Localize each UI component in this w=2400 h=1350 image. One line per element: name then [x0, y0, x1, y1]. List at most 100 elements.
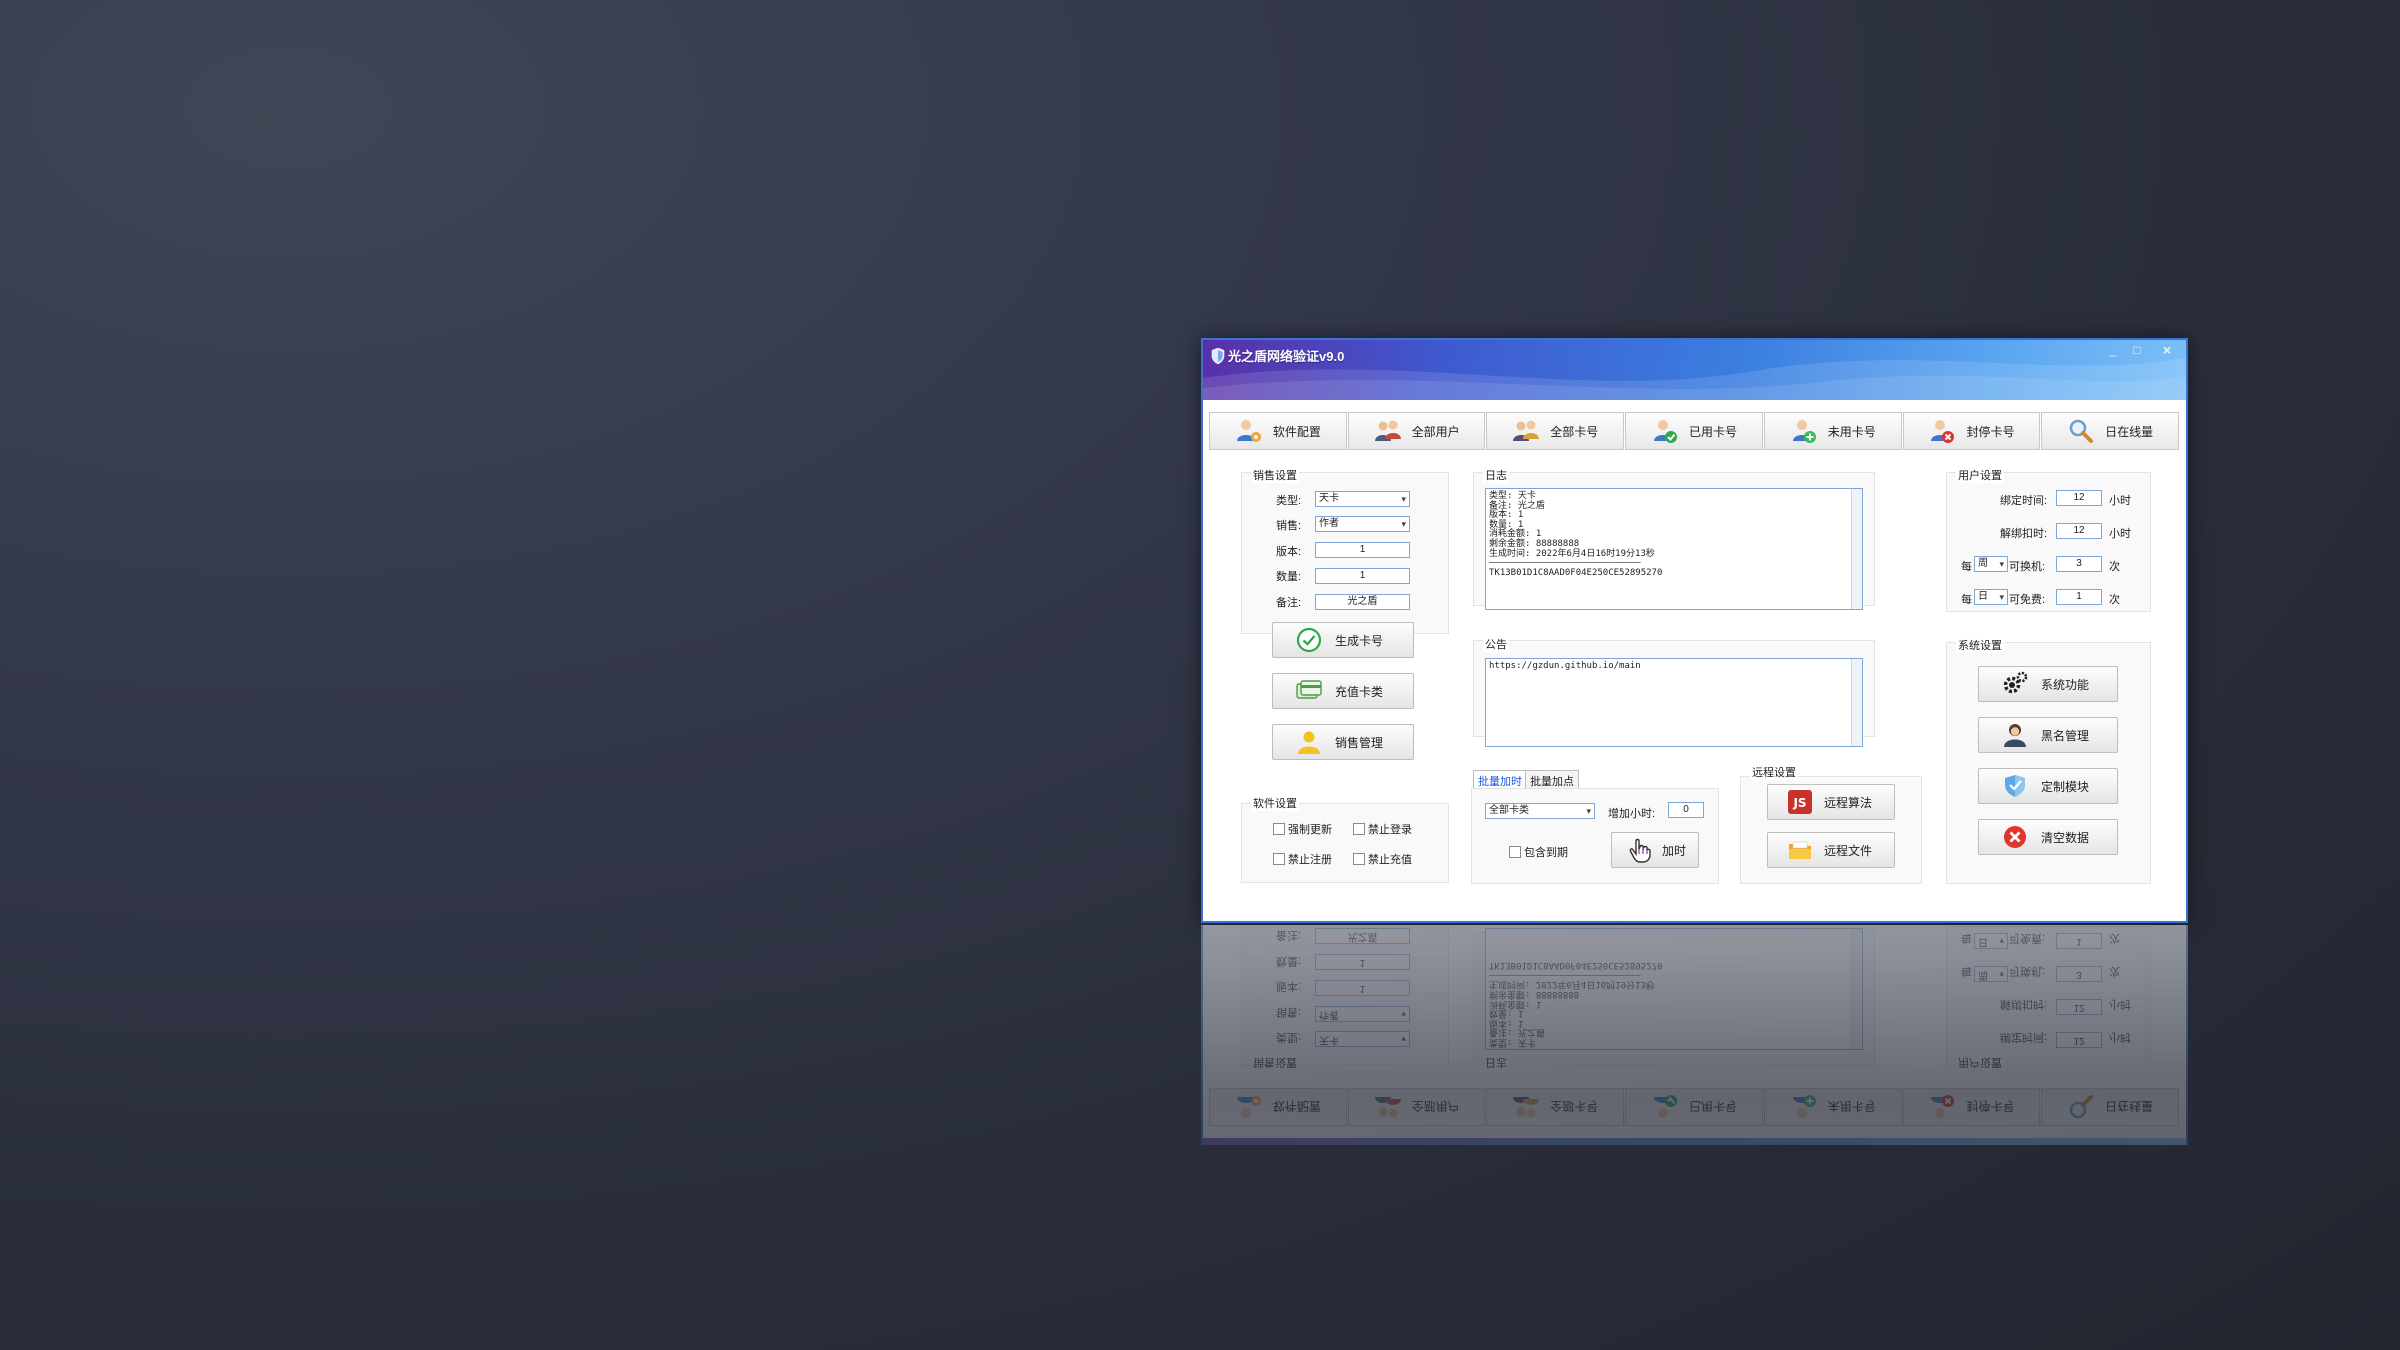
- bind-time-unit: 小时: [2109, 495, 2131, 507]
- log-scrollbar[interactable]: [1851, 489, 1862, 609]
- log-textarea[interactable]: 类型: 天卡 备注: 光之盾 版本: 1 数量: 1 消耗金额: 1 剩余金额: 8888…: [1485, 488, 1863, 610]
- card-type-value: 全部卡类: [1489, 805, 1529, 816]
- user-settings-title: 用户设置: [1956, 467, 2004, 483]
- type-label: 类型:: [1276, 1031, 1302, 1043]
- change-machine-unit: 次: [2109, 561, 2120, 573]
- users-card-icon: [1513, 420, 1540, 441]
- change-period-select: 周: [1974, 966, 2008, 982]
- note-input[interactable]: 光之盾: [1315, 594, 1410, 610]
- recharge-card-type-button[interactable]: 充值卡类: [1272, 673, 1414, 709]
- tab-software-config[interactable]: 软件配置: [1209, 412, 1347, 450]
- window-title: 光之盾网络验证v9.0: [1228, 349, 1345, 364]
- user-block-icon: [1931, 1095, 1955, 1118]
- forbid-register-checkbox[interactable]: 禁止注册: [1273, 851, 1332, 867]
- close-button[interactable]: ×: [2156, 342, 2178, 358]
- every-label: 每: [1961, 594, 1972, 606]
- user-check-icon: [1654, 420, 1677, 443]
- note-label: 备注:: [1276, 597, 1302, 609]
- tab-all-cards[interactable]: 全部卡号: [1486, 412, 1625, 450]
- bind-time-input[interactable]: 12: [2056, 490, 2102, 506]
- reflection-content: 光之盾网络验证v9.0 _ □ × 软件配置 全部用户 全部卡号: [1201, 925, 2188, 1145]
- sales-management-button[interactable]: 销售管理: [1272, 724, 1414, 760]
- user-block-icon: [1931, 420, 1955, 443]
- remote-algorithm-button[interactable]: JS 远程算法: [1767, 784, 1895, 820]
- add-hours-input[interactable]: 0: [1668, 802, 1704, 818]
- unbind-deduct-unit: 小时: [2109, 998, 2131, 1010]
- svg-text:JS: JS: [1792, 796, 1806, 810]
- free-input[interactable]: 1: [2056, 589, 2102, 605]
- log-line: 剩余金额: 88888888: [1489, 989, 1580, 1000]
- forbid-recharge-checkbox[interactable]: 禁止充值: [1353, 851, 1412, 867]
- version-input[interactable]: 1: [1315, 542, 1410, 558]
- custom-module-button[interactable]: 定制模块: [1978, 768, 2118, 804]
- notice-scrollbar[interactable]: [1851, 659, 1862, 746]
- seller-label: 销售:: [1276, 1006, 1302, 1018]
- free-unit: 次: [2109, 932, 2120, 944]
- tab-label: 全部卡号: [1550, 424, 1599, 439]
- force-update-checkbox[interactable]: 强制更新: [1273, 821, 1332, 837]
- title-bar[interactable]: 光之盾网络验证v9.0 _ □ ×: [1203, 340, 2186, 400]
- notice-textarea[interactable]: https://gzdun.github.io/main: [1485, 658, 1863, 747]
- maximize-button[interactable]: □: [2126, 342, 2148, 358]
- window-reflection: 光之盾网络验证v9.0 _ □ × 软件配置 全部用户 全部卡号: [1201, 925, 2188, 1145]
- log-line: 数量: 1: [1489, 519, 1524, 530]
- tab-daily-online: 日在线量: [2041, 1088, 2180, 1126]
- type-label: 类型:: [1276, 495, 1302, 507]
- version-input: 1: [1315, 980, 1410, 996]
- seller-select[interactable]: 作者: [1315, 516, 1410, 532]
- tab-used-cards[interactable]: 已用卡号: [1625, 412, 1763, 450]
- app-window: 光之盾网络验证v9.0 _ □ × 软件配置 全部用户 全部卡号 已用卡号 未用…: [1201, 338, 2188, 923]
- log-line: 生成时间: 2022年6月4日16时19分13秒: [1489, 979, 1655, 990]
- every-label: 每: [1961, 561, 1972, 573]
- tab-banned-cards[interactable]: 封停卡号: [1902, 412, 2041, 450]
- add-time-button[interactable]: 加时: [1611, 832, 1699, 868]
- tab-daily-online[interactable]: 日在线量: [2041, 412, 2180, 450]
- checkbox-box: [1353, 853, 1365, 865]
- tab-unused-cards[interactable]: 未用卡号: [1763, 412, 1902, 450]
- checkbox-label: 包含到期: [1524, 847, 1568, 859]
- title-wave-decoration: [1203, 358, 2186, 400]
- log-lines: 类型: 天卡 备注: 光之盾 版本: 1 数量: 1 消耗金额: 1 剩余金额: 8888…: [1489, 960, 1848, 1047]
- change-machine-label: 可换机:: [2009, 561, 2046, 573]
- change-period-value: 周: [1978, 558, 1988, 569]
- change-period-value: 周: [1978, 969, 1988, 980]
- checkbox-label: 禁止注册: [1288, 854, 1332, 866]
- free-period-select[interactable]: 日: [1974, 589, 2008, 605]
- tab-all-users[interactable]: 全部用户: [1347, 412, 1486, 450]
- tab-software-config: 软件配置: [1209, 1088, 1347, 1126]
- free-label: 可免费:: [2009, 932, 2046, 944]
- unbind-deduct-input: 12: [2056, 999, 2102, 1015]
- folder-icon: [1786, 836, 1814, 864]
- remote-settings-title: 远程设置: [1750, 764, 1798, 780]
- generate-card-button[interactable]: 生成卡号: [1272, 622, 1414, 658]
- log-line: 数量: 1: [1489, 1008, 1524, 1019]
- card-type-select[interactable]: 全部卡类: [1485, 803, 1595, 819]
- checkbox-box: [1273, 853, 1285, 865]
- user-settings-title: 用户设置: [1956, 1055, 2004, 1071]
- users-card-icon: [1513, 1097, 1540, 1118]
- minimize-button[interactable]: _: [2102, 342, 2124, 358]
- free-unit: 次: [2109, 594, 2120, 606]
- include-expired-checkbox[interactable]: 包含到期: [1509, 844, 1568, 860]
- clear-data-button[interactable]: 清空数据: [1978, 819, 2118, 855]
- software-settings-title: 软件设置: [1251, 795, 1299, 811]
- main-tab-bar: 软件配置 全部用户 全部卡号 已用卡号 未用卡号 封停卡号 日在线量: [1209, 412, 2180, 452]
- log-scrollbar: [1851, 929, 1862, 1049]
- change-machine-input: 3: [2056, 966, 2102, 982]
- clear-x-icon: [2001, 823, 2029, 851]
- change-machine-unit: 次: [2109, 965, 2120, 977]
- seller-select-value: 作者: [1319, 518, 1339, 529]
- remote-file-button[interactable]: 远程文件: [1767, 832, 1895, 868]
- change-period-select[interactable]: 周: [1974, 556, 2008, 572]
- forbid-login-checkbox[interactable]: 禁止登录: [1353, 821, 1412, 837]
- seller-label: 销售:: [1276, 520, 1302, 532]
- user-add-icon: [1792, 1095, 1816, 1118]
- type-select[interactable]: 天卡: [1315, 491, 1410, 507]
- change-machine-input[interactable]: 3: [2056, 556, 2102, 572]
- custom-module-label: 定制模块: [2041, 779, 2090, 794]
- system-functions-button[interactable]: 系统功能: [1978, 666, 2118, 702]
- blacklist-button[interactable]: 黑名管理: [1978, 717, 2118, 753]
- checkbox-label: 禁止登录: [1368, 824, 1412, 836]
- unbind-deduct-input[interactable]: 12: [2056, 523, 2102, 539]
- quantity-input[interactable]: 1: [1315, 568, 1410, 584]
